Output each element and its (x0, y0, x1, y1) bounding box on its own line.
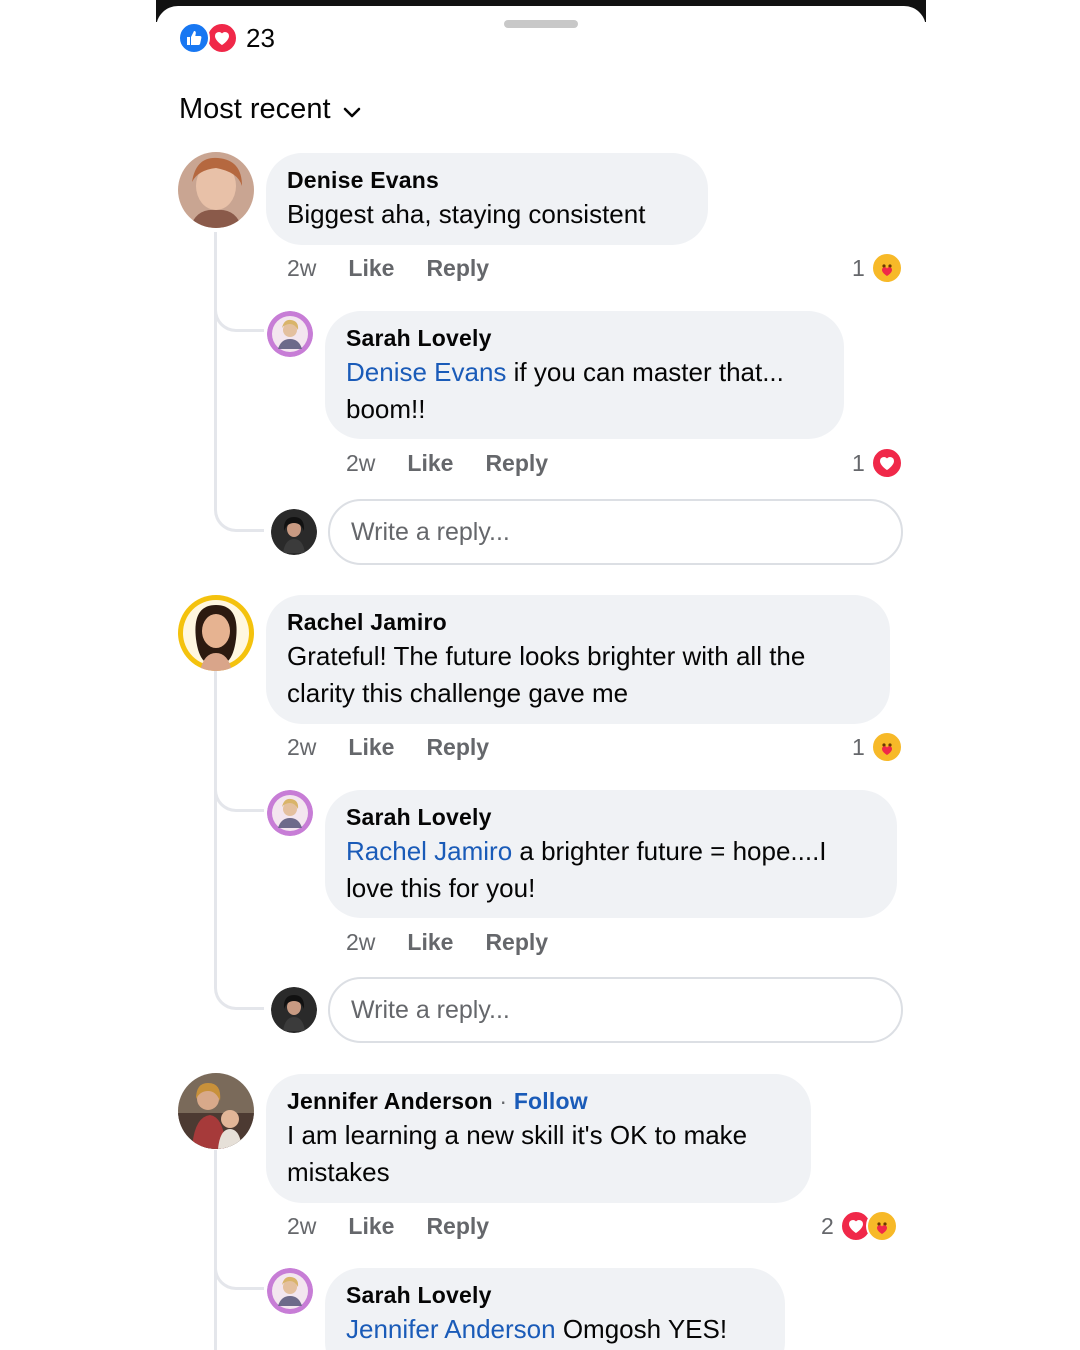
comment-author[interactable]: Denise Evans (287, 167, 686, 194)
reply-button[interactable]: Reply (426, 734, 489, 761)
reply-button[interactable]: Reply (426, 255, 489, 282)
thread-connector (214, 480, 264, 532)
write-reply-input[interactable]: Write a reply... (328, 977, 903, 1043)
reply-timestamp[interactable]: 2w (346, 450, 375, 477)
reply-author[interactable]: Sarah Lovely (346, 804, 875, 831)
current-user-avatar (271, 509, 317, 555)
reaction-count: 1 (852, 449, 865, 476)
thread-connector (214, 280, 264, 332)
write-reply-input[interactable]: Write a reply... (328, 499, 903, 565)
thumbs-up-icon (178, 22, 210, 54)
thread-line (214, 670, 217, 980)
comment-actions: 2w Like Reply (287, 1213, 489, 1240)
avatar[interactable] (178, 595, 254, 671)
heart-icon (206, 22, 238, 54)
mention-link[interactable]: Rachel Jamiro (346, 836, 512, 866)
current-user-avatar (271, 987, 317, 1033)
reactions-summary[interactable]: 23 (178, 22, 275, 54)
drag-handle[interactable] (504, 20, 578, 28)
comment-actions: 2w Like Reply (287, 734, 489, 761)
reply-timestamp[interactable]: 2w (346, 929, 375, 956)
thread-connector (214, 760, 264, 812)
reply-bubble: Sarah Lovely Jennifer Anderson Omgosh YE… (325, 1268, 785, 1350)
thread-connector (214, 1238, 264, 1290)
comment-bubble: Denise Evans Biggest aha, staying consis… (266, 153, 708, 245)
reply-text: Rachel Jamiro a brighter future = hope..… (346, 836, 827, 903)
reply-actions: 2w Like Reply (346, 450, 548, 477)
care-icon (865, 1210, 898, 1242)
avatar[interactable] (267, 1268, 313, 1314)
avatar[interactable] (178, 1073, 254, 1149)
avatar[interactable] (267, 790, 313, 836)
comment-reactions[interactable]: 2 (821, 1210, 898, 1242)
reply-author[interactable]: Sarah Lovely (346, 325, 822, 352)
comment-reactions[interactable]: 1 (852, 252, 903, 284)
comment-timestamp[interactable]: 2w (287, 1213, 316, 1240)
author-link[interactable]: Jennifer Anderson (287, 1088, 493, 1114)
reply-text: Jennifer Anderson Omgosh YES! (346, 1314, 728, 1344)
like-button[interactable]: Like (348, 1213, 394, 1240)
reaction-count: 1 (852, 733, 865, 760)
sort-dropdown[interactable]: Most recent (179, 92, 361, 127)
care-icon (870, 731, 903, 763)
care-icon (870, 252, 903, 284)
mention-link[interactable]: Denise Evans (346, 357, 506, 387)
heart-icon (870, 447, 903, 479)
reply-placeholder: Write a reply... (351, 995, 510, 1024)
chevron-down-icon (343, 94, 361, 127)
avatar[interactable] (178, 152, 254, 228)
like-button[interactable]: Like (407, 929, 453, 956)
follow-button[interactable]: Follow (514, 1088, 588, 1114)
reply-text: Denise Evans if you can master that... b… (346, 357, 784, 424)
reply-bubble: Sarah Lovely Denise Evans if you can mas… (325, 311, 844, 439)
reply-bubble: Sarah Lovely Rachel Jamiro a brighter fu… (325, 790, 897, 918)
reply-reactions[interactable]: 1 (852, 447, 903, 479)
reply-actions: 2w Like Reply (346, 929, 548, 956)
comment-author: Jennifer Anderson · Follow (287, 1088, 789, 1115)
comment-text: Grateful! The future looks brighter with… (287, 641, 806, 708)
thread-connector (214, 958, 264, 1010)
reply-button[interactable]: Reply (426, 1213, 489, 1240)
reply-button[interactable]: Reply (485, 929, 548, 956)
comment-reactions[interactable]: 1 (852, 731, 903, 763)
comment-text: Biggest aha, staying consistent (287, 199, 646, 229)
mention-link[interactable]: Jennifer Anderson (346, 1314, 556, 1344)
reply-placeholder: Write a reply... (351, 517, 510, 546)
like-button[interactable]: Like (348, 734, 394, 761)
like-button[interactable]: Like (348, 255, 394, 282)
sort-label: Most recent (179, 93, 331, 125)
comment-bubble: Rachel Jamiro Grateful! The future looks… (266, 595, 890, 724)
reaction-count: 1 (852, 254, 865, 281)
avatar[interactable] (267, 311, 313, 357)
comment-actions: 2w Like Reply (287, 255, 489, 282)
comment-timestamp[interactable]: 2w (287, 734, 316, 761)
reaction-count: 23 (246, 22, 275, 53)
reaction-count: 2 (821, 1212, 834, 1239)
comment-bubble: Jennifer Anderson · Follow I am learning… (266, 1074, 811, 1203)
separator: · (492, 1088, 514, 1114)
reply-author[interactable]: Sarah Lovely (346, 1282, 763, 1309)
comment-timestamp[interactable]: 2w (287, 255, 316, 282)
comment-text: I am learning a new skill it's OK to mak… (287, 1120, 748, 1187)
comment-author[interactable]: Rachel Jamiro (287, 609, 868, 636)
like-button[interactable]: Like (407, 450, 453, 477)
reply-button[interactable]: Reply (485, 450, 548, 477)
thread-line (214, 232, 217, 502)
